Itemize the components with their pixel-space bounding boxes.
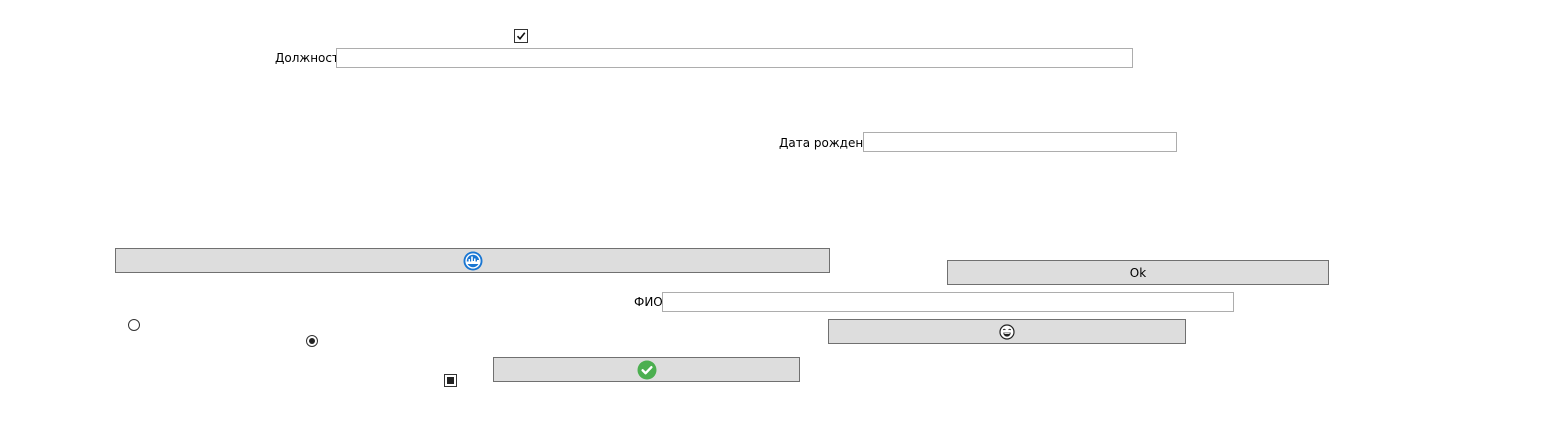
laughing-face-icon <box>999 323 1015 340</box>
indeterminate-fill <box>447 377 454 384</box>
ok-button-label: Ok <box>1129 265 1147 280</box>
fio-label: ФИО <box>634 295 663 309</box>
radio-selected-dot <box>309 338 315 344</box>
top-checkbox[interactable] <box>514 29 528 43</box>
city-skyline-badge-icon <box>463 251 482 270</box>
radio-option-1[interactable] <box>128 319 140 331</box>
skyline-icon-button[interactable] <box>115 248 830 273</box>
fio-input[interactable] <box>662 292 1234 312</box>
bottom-checkbox[interactable] <box>444 374 457 387</box>
ok-button[interactable]: Ok <box>947 260 1329 285</box>
confirm-button[interactable] <box>493 357 800 382</box>
green-checkmark-icon <box>637 360 656 379</box>
position-input[interactable] <box>336 48 1133 68</box>
emoji-button[interactable] <box>828 319 1186 344</box>
birth-date-input[interactable] <box>863 132 1177 152</box>
radio-option-2[interactable] <box>306 335 318 347</box>
checkmark-icon <box>516 32 526 41</box>
